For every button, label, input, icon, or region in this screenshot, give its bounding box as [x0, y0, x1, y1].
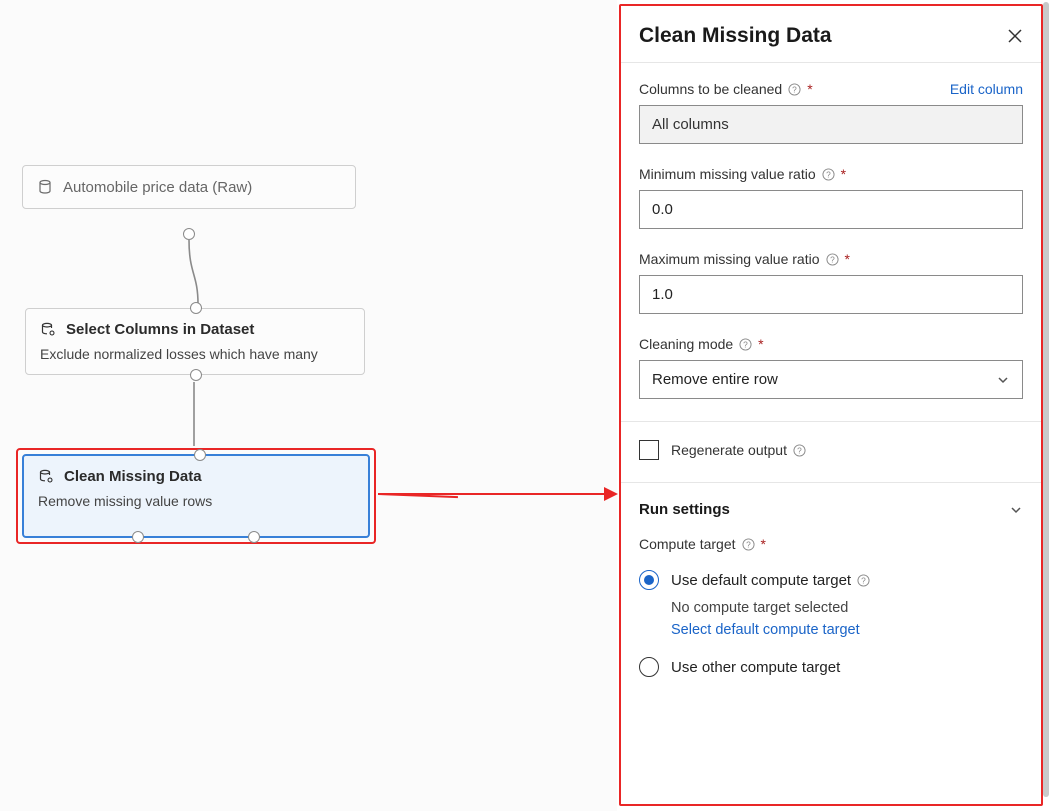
node-subtitle: Exclude normalized losses which have man…: [40, 346, 350, 362]
required-asterisk: *: [758, 336, 763, 352]
svg-text:?: ?: [797, 445, 802, 455]
checkbox-label: Regenerate output ?: [671, 442, 806, 458]
radio-button[interactable]: [639, 657, 659, 677]
node-select-columns[interactable]: Select Columns in Dataset Exclude normal…: [25, 308, 365, 375]
field-label: Minimum missing value ratio ? *: [639, 166, 1023, 182]
radio-label-text: Use default compute target: [671, 572, 851, 589]
properties-panel: Clean Missing Data Columns to be cleaned…: [619, 4, 1043, 806]
vertical-scrollbar[interactable]: [1043, 2, 1049, 797]
node-label: Automobile price data (Raw): [63, 179, 252, 196]
node-subtitle: Remove missing value rows: [38, 493, 354, 509]
database-gear-icon: [40, 322, 56, 338]
field-label: Maximum missing value ratio ? *: [639, 251, 1023, 267]
chevron-down-icon: [1009, 503, 1023, 517]
radio-other-compute[interactable]: Use other compute target: [639, 649, 1023, 685]
help-icon[interactable]: ?: [742, 538, 755, 551]
node-label: Clean Missing Data: [64, 468, 202, 485]
help-icon[interactable]: ?: [857, 574, 870, 587]
output-port[interactable]: [248, 531, 260, 543]
help-icon[interactable]: ?: [826, 253, 839, 266]
required-asterisk: *: [761, 536, 766, 552]
divider: [621, 421, 1041, 422]
help-icon[interactable]: ?: [788, 83, 801, 96]
regenerate-output-checkbox[interactable]: [639, 440, 659, 460]
field-label: Cleaning mode ? *: [639, 336, 1023, 352]
required-asterisk: *: [807, 81, 812, 97]
svg-text:?: ?: [743, 339, 748, 349]
svg-text:?: ?: [861, 575, 866, 585]
node-selection-highlight: Clean Missing Data Remove missing value …: [16, 448, 376, 544]
run-settings-section-toggle[interactable]: Run settings: [639, 501, 1023, 518]
pipeline-edge: [188, 376, 200, 452]
field-label: Compute target ? *: [639, 536, 1023, 552]
section-title: Run settings: [639, 501, 730, 518]
edit-column-link[interactable]: Edit column: [950, 81, 1023, 97]
required-asterisk: *: [845, 251, 850, 267]
radio-subtext: No compute target selected: [671, 600, 1023, 616]
database-icon: [37, 179, 53, 195]
input-port[interactable]: [190, 302, 202, 314]
required-asterisk: *: [841, 166, 846, 182]
svg-text:?: ?: [792, 84, 797, 94]
help-icon[interactable]: ?: [822, 168, 835, 181]
svg-text:?: ?: [826, 169, 831, 179]
panel-title: Clean Missing Data: [639, 24, 832, 48]
select-value: Remove entire row: [652, 371, 778, 388]
svg-text:?: ?: [830, 254, 835, 264]
radio-default-compute[interactable]: Use default compute target ?: [639, 562, 1023, 598]
field-label: Columns to be cleaned ? *: [639, 81, 813, 97]
divider: [621, 482, 1041, 483]
radio-label-text: Use other compute target: [671, 659, 840, 676]
help-icon[interactable]: ?: [739, 338, 752, 351]
max-ratio-input[interactable]: [639, 275, 1023, 314]
database-gear-icon: [38, 469, 54, 485]
scrollbar-thumb[interactable]: [1043, 2, 1049, 797]
chevron-down-icon: [996, 373, 1010, 387]
node-automobile-data[interactable]: Automobile price data (Raw): [22, 165, 356, 209]
columns-value-box[interactable]: All columns: [639, 105, 1023, 144]
output-port[interactable]: [132, 531, 144, 543]
radio-button[interactable]: [639, 570, 659, 590]
pipeline-edge: [183, 234, 207, 310]
svg-text:?: ?: [746, 539, 751, 549]
input-port[interactable]: [194, 449, 206, 461]
select-default-compute-link[interactable]: Select default compute target: [671, 622, 860, 638]
close-icon[interactable]: [1007, 28, 1023, 44]
pipeline-canvas[interactable]: Automobile price data (Raw) Select Colum…: [0, 0, 617, 811]
help-icon[interactable]: ?: [793, 444, 806, 457]
min-ratio-input[interactable]: [639, 190, 1023, 229]
node-clean-missing-data[interactable]: Clean Missing Data Remove missing value …: [22, 454, 370, 538]
cleaning-mode-select[interactable]: Remove entire row: [639, 360, 1023, 399]
node-label: Select Columns in Dataset: [66, 321, 254, 338]
callout-arrowhead: [604, 487, 618, 501]
